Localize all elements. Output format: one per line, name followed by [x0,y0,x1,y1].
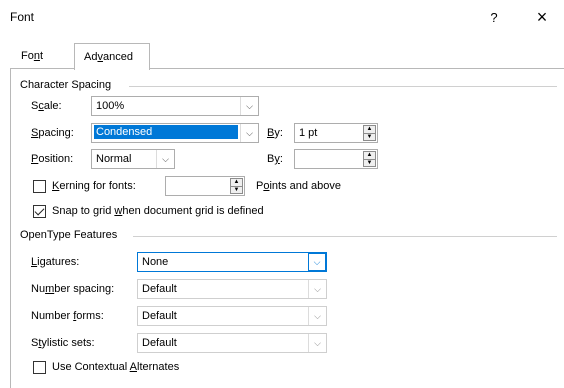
spacing-combo[interactable]: Condensed ⌵ [91,123,259,143]
position-label: Position: [31,153,74,165]
number-forms-value: Default [142,310,177,322]
ligatures-combo[interactable]: None ⌵ [137,252,327,272]
close-button[interactable]: × [527,4,557,30]
points-and-above-label: Points and above [256,180,342,192]
spacing-by-label: By: [267,127,283,139]
scale-combo[interactable]: 100% ⌵ [91,96,259,116]
kerning-checkbox[interactable] [33,180,46,193]
tab-font[interactable]: Font [12,46,52,69]
chevron-down-icon[interactable]: ⌵ [308,253,326,271]
spin-icon[interactable]: ▲ ▼ [363,151,376,167]
ligatures-value: None [142,256,169,268]
position-combo[interactable]: Normal ⌵ [91,149,175,169]
character-spacing-heading: Character Spacing [20,79,112,91]
spin-icon[interactable]: ▲ ▼ [363,125,376,141]
position-by-spinner[interactable]: ▲ ▼ [294,149,378,169]
number-spacing-label: Number spacing: [31,283,115,295]
scale-value: 100% [96,100,125,112]
chevron-down-icon[interactable]: ⌵ [156,150,174,168]
chevron-down-icon[interactable]: ⌵ [240,124,258,142]
title-bar: Font ? × [0,0,564,34]
contextual-alternates-label: Use Contextual Alternates [52,361,180,373]
position-value: Normal [96,153,132,165]
chevron-down-icon[interactable]: ⌵ [240,97,258,115]
number-forms-label: Number forms: [31,310,104,322]
spacing-value: Condensed [94,125,238,139]
number-spacing-value: Default [142,283,177,295]
number-spacing-combo[interactable]: Default ⌵ [137,279,327,299]
snap-to-grid-checkbox[interactable] [33,205,46,218]
opentype-heading: OpenType Features [20,229,118,241]
dialog-title: Font [10,10,35,24]
number-forms-combo[interactable]: Default ⌵ [137,306,327,326]
ligatures-label: Ligatures: [31,256,80,268]
kerning-spinner[interactable]: ▲ ▼ [165,176,245,196]
group-divider [133,236,557,237]
stylistic-sets-combo[interactable]: Default ⌵ [137,333,327,353]
snap-to-grid-label: Snap to grid when document grid is defin… [52,205,264,217]
chevron-down-icon[interactable]: ⌵ [308,307,326,325]
scale-label: Scale: [31,100,62,112]
contextual-alternates-checkbox[interactable] [33,361,46,374]
spacing-label: Spacing: [31,127,74,139]
position-by-label: By: [267,153,283,165]
group-divider [129,86,557,87]
spin-icon[interactable]: ▲ ▼ [230,178,243,194]
spacing-by-spinner[interactable]: 1 pt ▲ ▼ [294,123,378,143]
help-button[interactable]: ? [479,4,509,30]
kerning-label: Kerning for fonts: [52,180,136,192]
chevron-down-icon[interactable]: ⌵ [308,280,326,298]
stylistic-sets-value: Default [142,337,177,349]
chevron-down-icon[interactable]: ⌵ [308,334,326,352]
spacing-by-value: 1 pt [299,127,318,139]
stylistic-sets-label: Stylistic sets: [31,337,95,349]
tab-advanced[interactable]: Advanced [74,43,150,70]
